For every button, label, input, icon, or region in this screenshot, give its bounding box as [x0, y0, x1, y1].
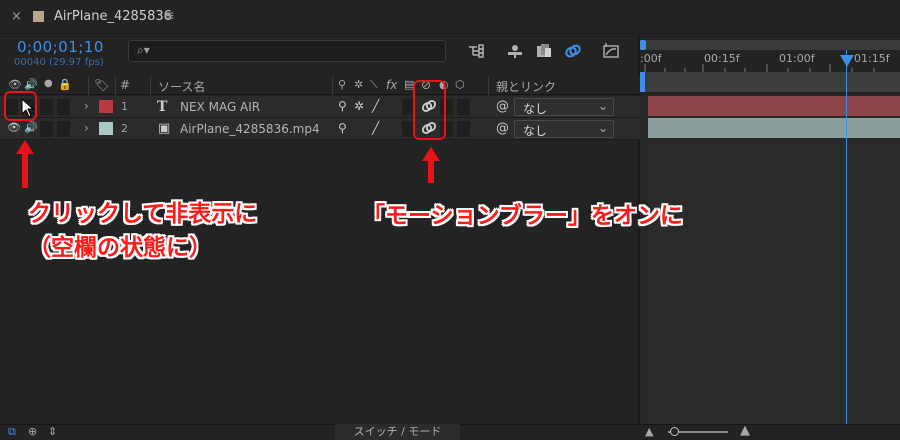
panel-menu-icon[interactable]: ≡ [163, 8, 175, 24]
annotation-arrow-up-left [16, 140, 34, 188]
column-divider [332, 76, 333, 95]
parent-select[interactable]: なし ⌄ [514, 98, 614, 116]
column-divider [88, 76, 89, 95]
column-divider [488, 76, 489, 95]
frame-blending-icon[interactable] [534, 42, 554, 60]
ruler-label-2: 01:00f [779, 52, 815, 65]
timeline-area[interactable] [640, 95, 900, 425]
lock-cell[interactable] [57, 99, 70, 115]
layer-number: 2 [121, 122, 128, 135]
3d-cell[interactable] [457, 121, 470, 137]
playhead-line[interactable] [846, 50, 847, 425]
layer-number: 1 [121, 100, 128, 113]
zoom-out-icon[interactable]: ▲ [645, 425, 653, 438]
shy-switch-icon[interactable]: ⚲ [338, 99, 347, 113]
transfer-controls-icon[interactable]: ⇕ [48, 425, 57, 438]
shy-layers-icon[interactable] [505, 42, 525, 60]
time-navigator-bar[interactable] [640, 40, 900, 50]
shy-switch-icon[interactable]: ⚲ [338, 121, 347, 135]
label-color-swatch[interactable] [99, 100, 113, 113]
ruler-label-3: 01:15f [854, 52, 890, 65]
graph-editor-icon[interactable] [601, 42, 621, 60]
annotation-highlight-visibility [4, 91, 37, 121]
quality-header-icon[interactable]: ⟍ [370, 78, 378, 92]
search-icon: ⌕▾ [137, 43, 150, 57]
parent-select-value: なし [523, 124, 548, 138]
audio-switch-header-icon[interactable]: 🔊 [24, 78, 38, 91]
render-time-icon[interactable]: ⧉ [8, 425, 16, 439]
layer-row-2[interactable]: 👁 🔊 › 2 ▣ AirPlane_4285836.mp4 ⚲ ╱ @ なし … [0, 118, 640, 140]
expand-chevron-icon[interactable]: › [84, 99, 89, 113]
layer-name[interactable]: AirPlane_4285836.mp4 [180, 122, 320, 136]
composition-swatch-icon [33, 11, 44, 22]
chevron-down-icon: ⌄ [597, 121, 608, 135]
collapse-header-icon[interactable]: ✲ [354, 78, 363, 91]
playhead-handle[interactable] [840, 55, 854, 67]
close-tab-icon[interactable]: × [11, 9, 22, 24]
toggle-switches-modes-button[interactable]: スイッチ / モード [335, 424, 460, 440]
layer-row-1[interactable]: › 1 T NEX MAG AIR ⚲ ✲ ╱ @ なし ⌄ [0, 96, 640, 118]
quality-switch-icon[interactable]: ╱ [372, 99, 379, 113]
time-navigator-start-handle[interactable] [640, 40, 646, 50]
chevron-down-icon: ⌄ [597, 99, 608, 113]
ruler-label-0: :00f [640, 52, 662, 65]
collapse-switch-icon[interactable]: ✲ [354, 99, 364, 113]
layer-number-header[interactable]: # [120, 78, 130, 92]
layer-1-duration-bar[interactable] [648, 96, 900, 116]
lock-header-icon[interactable]: 🔒 [58, 78, 72, 91]
current-timecode[interactable]: 0;00;01;10 [17, 38, 104, 56]
motion-blur-toggle-icon[interactable] [563, 42, 583, 60]
quality-switch-icon[interactable]: ╱ [372, 121, 379, 135]
composition-mini-flowchart-icon[interactable] [466, 42, 486, 60]
pick-whip-icon[interactable]: @ [496, 121, 509, 136]
expand-chevron-icon[interactable]: › [84, 121, 89, 135]
parent-select-value: なし [523, 102, 548, 116]
lock-cell[interactable] [57, 121, 70, 137]
pick-whip-icon[interactable]: @ [496, 99, 509, 114]
3d-layer-header-icon[interactable]: ⬡ [455, 78, 465, 91]
timeline-left-strip [640, 95, 648, 425]
solo-cell[interactable] [40, 121, 53, 137]
layer-column-header: 👁 🔊 ● 🔒 🏷 # ソース名 ⚲ ✲ ⟍ fx ▤ ⊘ ◐ ⬡ 親とリンク [0, 76, 640, 95]
label-color-swatch[interactable] [99, 122, 113, 135]
3d-cell[interactable] [457, 99, 470, 115]
ruler-label-1: 00:15f [704, 52, 740, 65]
work-area-start-handle[interactable] [640, 72, 645, 92]
speaker-icon[interactable]: 🔊 [24, 121, 38, 134]
shy-header-icon[interactable]: ⚲ [338, 78, 346, 91]
frame-info: 00040 (29.97 fps) [14, 57, 104, 68]
annotation-text-motion-blur: 「モーションブラー」をオンに [362, 203, 683, 229]
footage-file-icon: ▣ [158, 121, 171, 136]
layer-name[interactable]: NEX MAG AIR [180, 100, 260, 114]
composition-tab-title[interactable]: AirPlane_4285836 [54, 9, 172, 24]
label-header-icon[interactable]: 🏷 [94, 78, 109, 92]
tab-bar: × AirPlane_4285836 ≡ [0, 0, 900, 34]
layer-search-input[interactable]: ⌕▾ [128, 40, 446, 62]
work-area-bar[interactable] [640, 72, 900, 92]
solo-cell[interactable] [40, 99, 53, 115]
video-switch-header-icon[interactable]: 👁 [8, 78, 22, 91]
column-divider [150, 76, 151, 95]
parent-select[interactable]: なし ⌄ [514, 120, 614, 138]
zoom-slider-knob[interactable] [670, 427, 679, 436]
annotation-arrow-up-right [422, 147, 440, 183]
effect-header-icon[interactable]: fx [386, 78, 397, 92]
annotation-text-hide-line2: （空欄の状態に） [28, 235, 212, 261]
annotation-text-hide-line1: クリックして非表示に [28, 201, 258, 227]
layer-switches-icon[interactable]: ⊕ [28, 425, 37, 438]
solo-header-icon[interactable]: ● [44, 78, 53, 89]
layer-2-duration-bar[interactable] [648, 118, 900, 138]
source-name-header[interactable]: ソース名 [158, 78, 205, 95]
column-divider [115, 76, 116, 95]
annotation-highlight-motion-blur [413, 80, 446, 140]
zoom-in-icon[interactable]: ▲ [740, 423, 750, 438]
parent-link-header[interactable]: 親とリンク [496, 78, 556, 95]
text-layer-icon: T [157, 99, 168, 115]
eye-icon[interactable]: 👁 [7, 121, 21, 134]
